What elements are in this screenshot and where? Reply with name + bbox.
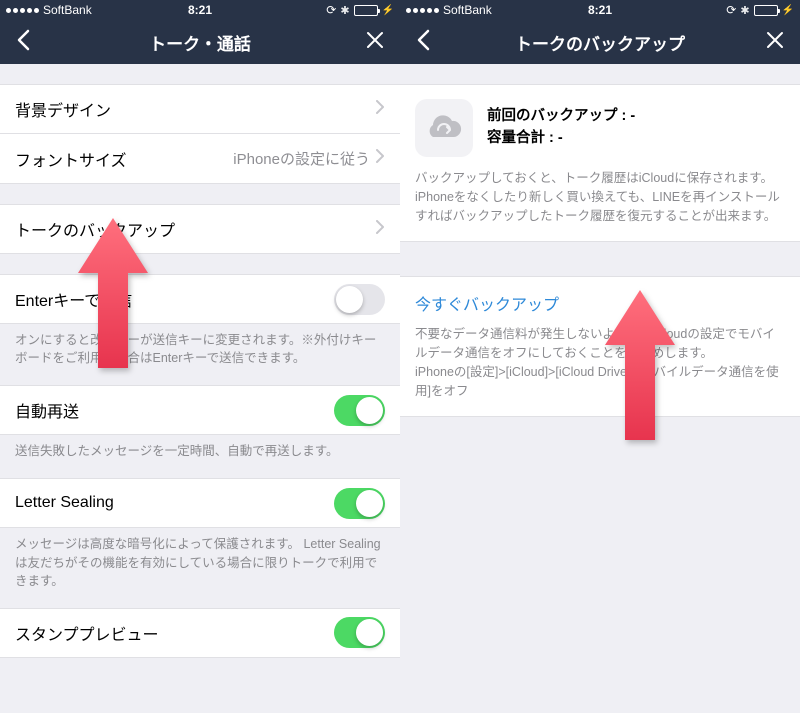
back-button[interactable] [10, 25, 36, 59]
row-label: Letter Sealing [15, 494, 334, 512]
note-auto-resend: 送信失敗したメッセージを一定時間、自動で再送します。 [0, 435, 400, 460]
battery-icon [754, 5, 778, 16]
toggle-auto-resend[interactable] [334, 395, 385, 426]
carrier-label: SoftBank [443, 3, 492, 17]
cloud-icon [415, 99, 473, 157]
content: 前回のバックアップ : - 容量合計 : - バックアップしておくと、トーク履歴… [400, 84, 800, 417]
toggle-stamp-preview[interactable] [334, 617, 385, 648]
backup-now-button[interactable]: 今すぐバックアップ [400, 276, 800, 325]
row-talk-backup[interactable]: トークのバックアップ [0, 204, 400, 254]
status-bar: SoftBank 8:21 ⟳ ✱ ⚡ [0, 0, 400, 20]
nav-bar: トーク・通話 [0, 20, 400, 64]
close-icon [766, 31, 784, 49]
close-button[interactable] [760, 27, 790, 57]
chevron-right-icon [376, 149, 385, 168]
nav-bar: トークのバックアップ [400, 20, 800, 64]
row-label: トークのバックアップ [15, 217, 376, 241]
carrier-label: SoftBank [43, 3, 92, 17]
page-title: トーク・通話 [0, 30, 400, 55]
row-label: 背景デザイン [15, 97, 376, 121]
chevron-right-icon [376, 100, 385, 119]
row-label: フォントサイズ [15, 147, 233, 171]
note-letter-sealing: メッセージは高度な暗号化によって保護されます。 Letter Sealingは友… [0, 528, 400, 589]
row-background-design[interactable]: 背景デザイン [0, 84, 400, 134]
close-button[interactable] [360, 27, 390, 57]
rotation-lock-icon: ⟳ [726, 3, 736, 17]
charging-icon: ⚡ [382, 5, 394, 16]
bluetooth-icon: ✱ [340, 4, 349, 17]
chevron-left-icon [16, 29, 30, 51]
last-backup-label: 前回のバックアップ : - [487, 106, 635, 128]
row-label: 自動再送 [15, 398, 334, 422]
backup-status: 前回のバックアップ : - 容量合計 : - [400, 84, 800, 169]
row-letter-sealing: Letter Sealing [0, 478, 400, 528]
back-button[interactable] [410, 25, 436, 59]
row-enter-send: Enterキーで送信 [0, 274, 400, 324]
toggle-letter-sealing[interactable] [334, 488, 385, 519]
note-enter-send: オンにすると改行キーが送信キーに変更されます。※外付けキーボードをご利用の場合は… [0, 324, 400, 367]
row-auto-resend: 自動再送 [0, 385, 400, 435]
chevron-left-icon [416, 29, 430, 51]
row-stamp-preview: スタンププレビュー [0, 608, 400, 658]
battery-icon [354, 5, 378, 16]
backup-now-note: 不要なデータ通信料が発生しないように、iCloudの設定でモバイルデータ通信をオ… [400, 325, 800, 417]
close-icon [366, 31, 384, 49]
row-label: Enterキーで送信 [15, 287, 334, 311]
signal-dots-icon [6, 8, 39, 13]
row-value: iPhoneの設定に従う [233, 148, 370, 169]
page-title: トークのバックアップ [400, 30, 800, 55]
content: 背景デザイン フォントサイズ iPhoneの設定に従う トークのバックアップ [0, 84, 400, 658]
screen-left: SoftBank 8:21 ⟳ ✱ ⚡ トーク・通話 背景デザイン [0, 0, 400, 713]
bluetooth-icon: ✱ [740, 4, 749, 17]
backup-description: バックアップしておくと、トーク履歴はiCloudに保存されます。iPhoneをな… [400, 169, 800, 242]
total-size-label: 容量合計 : - [487, 128, 635, 150]
rotation-lock-icon: ⟳ [326, 3, 336, 17]
chevron-right-icon [376, 220, 385, 239]
charging-icon: ⚡ [782, 5, 794, 16]
toggle-enter-send[interactable] [334, 284, 385, 315]
status-bar: SoftBank 8:21 ⟳ ✱ ⚡ [400, 0, 800, 20]
row-font-size[interactable]: フォントサイズ iPhoneの設定に従う [0, 134, 400, 184]
screen-right: SoftBank 8:21 ⟳ ✱ ⚡ トークのバックアップ [400, 0, 800, 713]
row-label: スタンププレビュー [15, 621, 334, 645]
signal-dots-icon [406, 8, 439, 13]
